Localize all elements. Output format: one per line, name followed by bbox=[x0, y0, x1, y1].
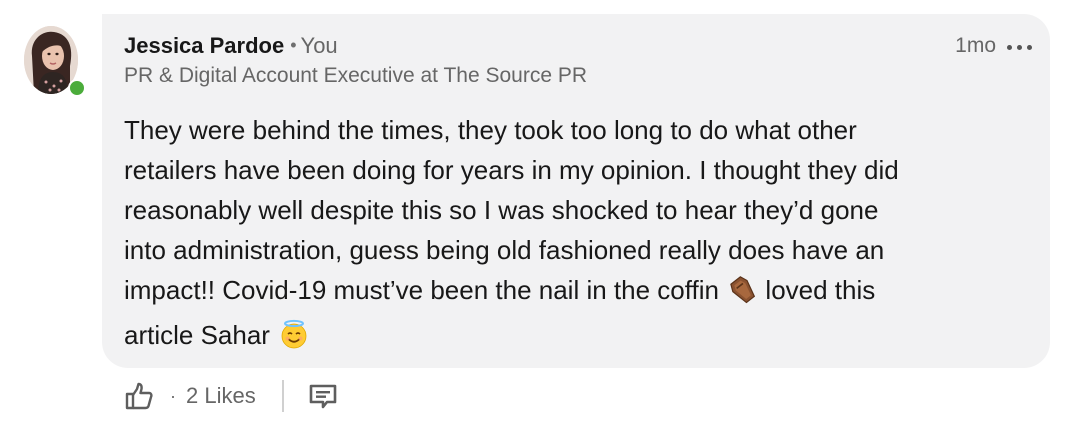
author-avatar-container[interactable] bbox=[24, 26, 86, 97]
actions-divider bbox=[281, 380, 284, 412]
comment-line-5-tail: loved this bbox=[765, 275, 876, 305]
comment-bubble: Jessica Pardoe • You PR & Digital Account … bbox=[102, 14, 1050, 368]
author-separator: • bbox=[290, 35, 297, 55]
comment-line-6: article Sahar bbox=[124, 315, 1024, 360]
smiling-face-with-halo-emoji bbox=[279, 319, 309, 360]
author-line: Jessica Pardoe • You bbox=[124, 33, 338, 60]
comment-line-1: They were behind the times, they took to… bbox=[124, 115, 857, 145]
comment-text: They were behind the times, they took to… bbox=[124, 110, 1024, 360]
like-button[interactable] bbox=[122, 378, 156, 414]
author-relation-label: You bbox=[300, 33, 338, 58]
comment-line-5: impact!! Covid-19 must’ve been the nail … bbox=[124, 270, 1024, 315]
more-options-button[interactable] bbox=[1002, 34, 1036, 60]
comment-actions: · 2 Likes bbox=[122, 378, 340, 414]
likes-count[interactable]: 2 Likes bbox=[186, 383, 256, 409]
ellipsis-horizontal-icon bbox=[1004, 44, 1034, 50]
author-name[interactable]: Jessica Pardoe bbox=[124, 33, 284, 58]
reply-button[interactable] bbox=[306, 378, 340, 414]
comment-icon bbox=[309, 384, 337, 409]
coffin-emoji bbox=[728, 275, 758, 315]
author-headline: PR & Digital Account Executive at The So… bbox=[124, 64, 588, 87]
actions-separator: · bbox=[170, 385, 176, 406]
comment-line-5-text: impact!! Covid-19 must’ve been the nail … bbox=[124, 275, 719, 305]
comment-line-3: reasonably well despite this so I was sh… bbox=[124, 195, 879, 225]
comment-line-6-text: article Sahar bbox=[124, 320, 270, 350]
comment-line-4: into administration, guess being old fas… bbox=[124, 235, 885, 265]
comment-timestamp: 1mo bbox=[955, 34, 996, 57]
thumbs-up-icon bbox=[125, 382, 153, 410]
online-status-indicator bbox=[68, 79, 86, 97]
comment-line-2: retailers have been doing for years in m… bbox=[124, 155, 899, 185]
